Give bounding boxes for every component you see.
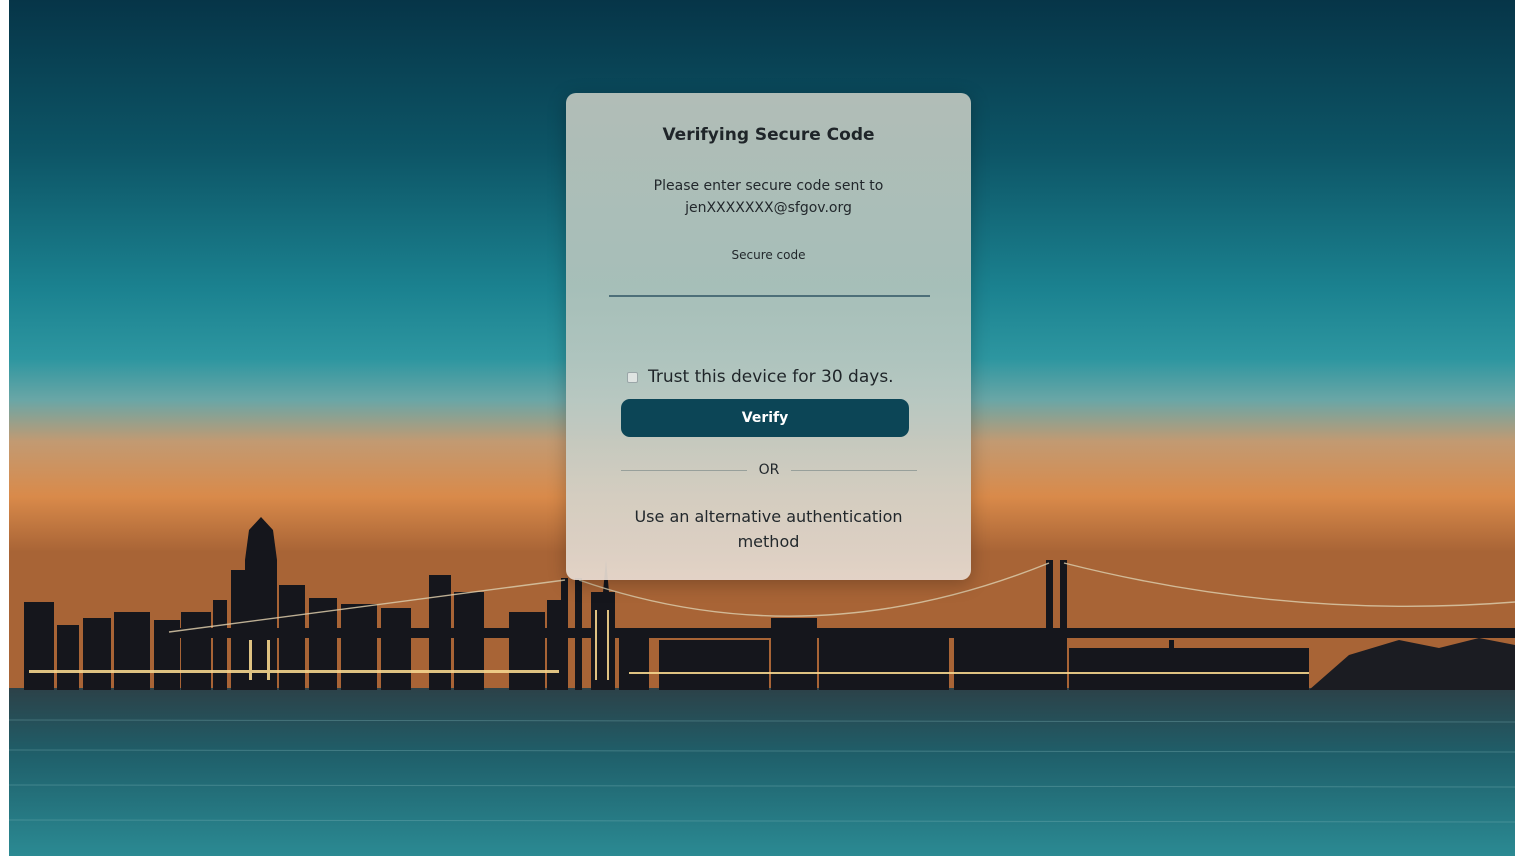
or-label: OR (758, 462, 780, 478)
alternative-auth-link[interactable]: Use an alternative authentication method (606, 504, 931, 554)
dialog-title: Verifying Secure Code (662, 125, 875, 145)
or-divider: OR (621, 460, 917, 480)
verify-button[interactable]: Verify (621, 399, 909, 437)
instruction-line: Please enter secure code sent to (653, 178, 884, 194)
masked-email: jenXXXXXXX@sfgov.org (685, 200, 852, 216)
verification-dialog: Verifying Secure Code Please enter secur… (566, 93, 971, 580)
secure-code-input[interactable] (609, 265, 930, 297)
divider-line (791, 469, 917, 471)
secure-code-label: Secure code (731, 248, 806, 262)
trust-device-label[interactable]: Trust this device for 30 days. (648, 367, 894, 387)
login-screen: Verifying Secure Code Please enter secur… (0, 0, 1515, 856)
window-frame-edge (0, 0, 9, 856)
instruction-text: Please enter secure code sent to jenXXXX… (566, 175, 971, 219)
trust-device-checkbox[interactable] (627, 371, 638, 383)
divider-line (621, 469, 747, 471)
trust-device-row[interactable]: Trust this device for 30 days. (627, 365, 894, 389)
